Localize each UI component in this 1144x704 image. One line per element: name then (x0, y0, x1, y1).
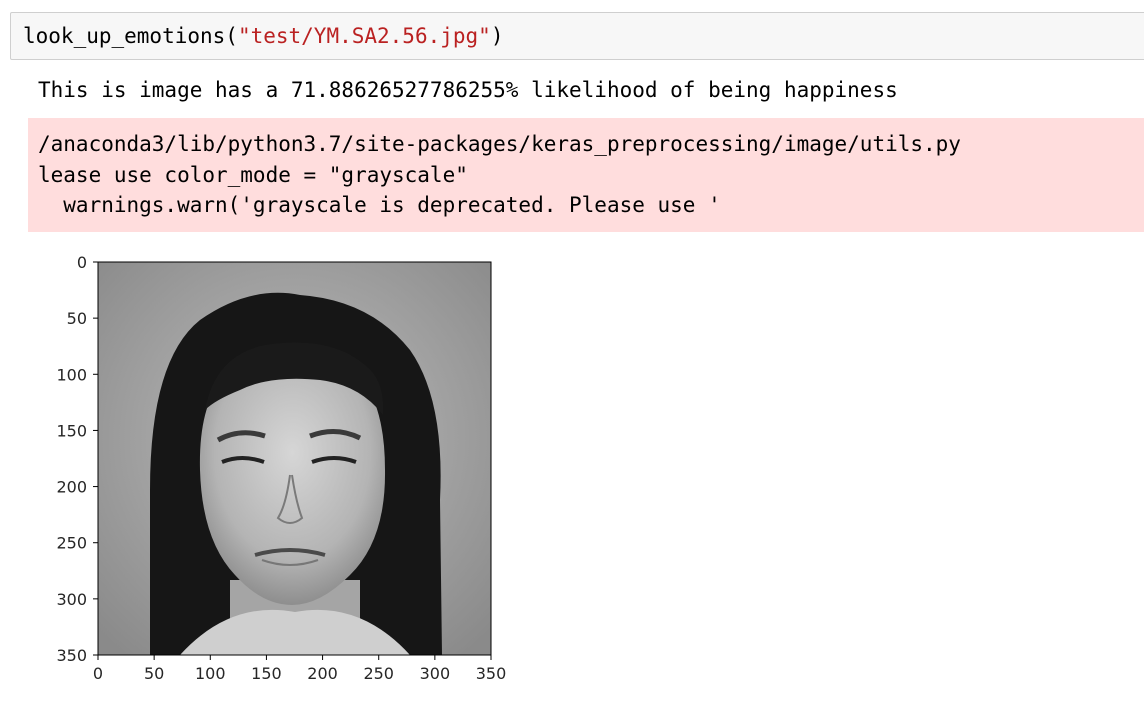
face-image (98, 262, 491, 655)
x-tick-label: 350 (476, 664, 507, 683)
x-tick-label: 0 (93, 664, 103, 683)
y-tick-label: 350 (56, 646, 87, 665)
x-tick-label: 200 (307, 664, 338, 683)
code-close-paren: ) (490, 24, 504, 48)
image-plot: 0 50 100 150 200 250 300 350 0 50 100 150 200 250 300 3… (0, 240, 560, 700)
y-tick-label: 150 (56, 421, 87, 440)
code-function: look_up_emotions( (23, 24, 238, 48)
x-tick-label: 250 (363, 664, 394, 683)
x-tick-label: 100 (195, 664, 226, 683)
y-tick-label: 100 (56, 365, 87, 384)
stderr-line: warnings.warn('grayscale is deprecated. … (38, 193, 721, 217)
code-string-arg: "test/YM.SA2.56.jpg" (237, 24, 491, 48)
plot-svg: 0 50 100 150 200 250 300 350 0 50 100 150 200 250 300 3… (56, 253, 507, 683)
y-tick-label: 250 (56, 534, 87, 553)
stderr-line: lease use color_mode = "grayscale" (38, 163, 468, 187)
stderr-line: /anaconda3/lib/python3.7/site-packages/k… (38, 132, 961, 156)
stderr-output: /anaconda3/lib/python3.7/site-packages/k… (28, 118, 1144, 232)
y-tick-label: 50 (67, 309, 87, 328)
stdout-output: This is image has a 71.88626527786255% l… (38, 78, 898, 102)
x-tick-label: 300 (420, 664, 451, 683)
y-tick-label: 0 (77, 253, 87, 272)
code-cell[interactable]: look_up_emotions("test/YM.SA2.56.jpg") (10, 12, 1144, 60)
x-tick-label: 150 (251, 664, 282, 683)
y-tick-label: 200 (56, 478, 87, 497)
code-input[interactable]: look_up_emotions("test/YM.SA2.56.jpg") (23, 23, 503, 49)
y-tick-label: 300 (56, 590, 87, 609)
x-tick-label: 50 (144, 664, 164, 683)
